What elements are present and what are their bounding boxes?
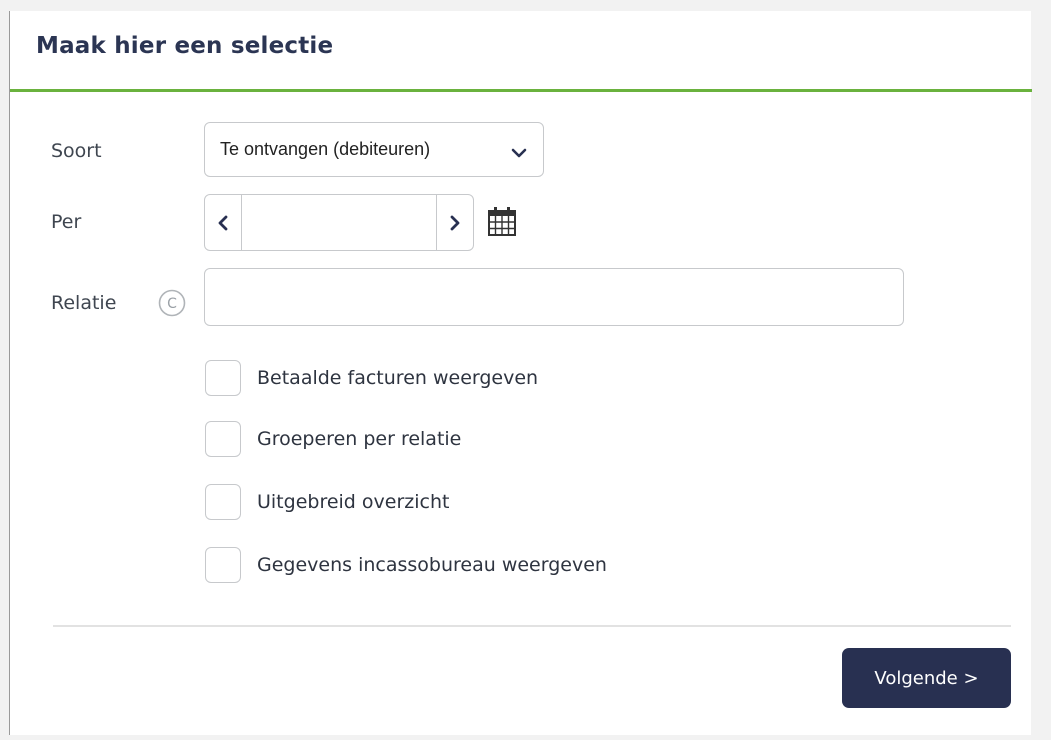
betaalde-facturen-checkbox[interactable] <box>205 360 241 396</box>
groeperen-per-relatie-label: Groeperen per relatie <box>257 428 462 450</box>
relatie-input[interactable] <box>204 268 904 326</box>
chevron-right-icon <box>450 215 460 231</box>
panel-header: Maak hier een selectie <box>10 11 1032 92</box>
chevron-down-icon <box>510 144 528 158</box>
per-previous-button[interactable] <box>205 195 242 250</box>
per-label: Per <box>51 211 82 233</box>
relatie-label: Relatie <box>51 292 117 314</box>
info-c-icon[interactable]: C <box>156 287 188 319</box>
soort-selected-value: Te ontvangen (debiteuren) <box>220 139 431 159</box>
selection-panel: Maak hier een selectie Soort Te ontvange… <box>9 11 1032 735</box>
next-button[interactable]: Volgende > <box>842 648 1011 708</box>
calendar-icon[interactable] <box>486 205 518 237</box>
footer-divider <box>53 625 1011 627</box>
per-next-button[interactable] <box>436 195 473 250</box>
per-date-input[interactable] <box>242 195 436 250</box>
per-date-stepper <box>204 194 474 251</box>
chevron-left-icon <box>218 215 228 231</box>
panel-title: Maak hier een selectie <box>36 33 334 59</box>
incassobureau-label: Gegevens incassobureau weergeven <box>257 554 607 576</box>
incassobureau-checkbox[interactable] <box>205 547 241 583</box>
soort-select[interactable]: Te ontvangen (debiteuren) <box>204 122 544 177</box>
betaalde-facturen-label: Betaalde facturen weergeven <box>257 367 539 389</box>
uitgebreid-overzicht-label: Uitgebreid overzicht <box>257 491 450 513</box>
info-icon-glyph: C <box>167 296 177 312</box>
uitgebreid-overzicht-checkbox[interactable] <box>205 484 241 520</box>
soort-label: Soort <box>51 140 102 162</box>
groeperen-per-relatie-checkbox[interactable] <box>205 421 241 457</box>
